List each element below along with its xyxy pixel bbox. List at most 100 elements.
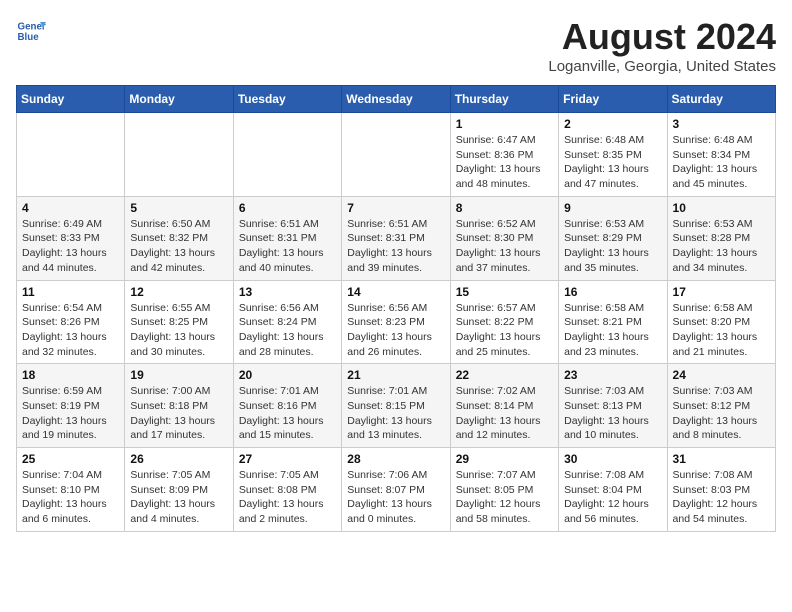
week-row-4: 18 Sunrise: 6:59 AM Sunset: 8:19 PM Dayli… (17, 364, 776, 448)
day-number: 23 (564, 368, 661, 382)
calendar-cell: 22 Sunrise: 7:02 AM Sunset: 8:14 PM Dayli… (450, 364, 558, 448)
header: General Blue August 2024 Loganville, Geo… (16, 16, 776, 75)
day-number: 21 (347, 368, 444, 382)
weekday-header-saturday: Saturday (667, 86, 775, 113)
calendar-cell: 15 Sunrise: 6:57 AM Sunset: 8:22 PM Dayli… (450, 280, 558, 364)
day-number: 30 (564, 452, 661, 466)
calendar-cell: 31 Sunrise: 7:08 AM Sunset: 8:03 PM Dayli… (667, 448, 775, 532)
day-number: 8 (456, 201, 553, 215)
calendar-cell: 6 Sunrise: 6:51 AM Sunset: 8:31 PM Daylig… (233, 196, 341, 280)
day-info: Sunrise: 7:00 AM Sunset: 8:18 PM Dayligh… (130, 384, 227, 443)
day-number: 22 (456, 368, 553, 382)
day-number: 16 (564, 285, 661, 299)
calendar-cell: 14 Sunrise: 6:56 AM Sunset: 8:23 PM Dayli… (342, 280, 450, 364)
day-number: 18 (22, 368, 119, 382)
calendar-cell: 3 Sunrise: 6:48 AM Sunset: 8:34 PM Daylig… (667, 113, 775, 197)
day-info: Sunrise: 6:58 AM Sunset: 8:20 PM Dayligh… (673, 301, 770, 360)
calendar-cell: 29 Sunrise: 7:07 AM Sunset: 8:05 PM Dayli… (450, 448, 558, 532)
calendar-cell: 8 Sunrise: 6:52 AM Sunset: 8:30 PM Daylig… (450, 196, 558, 280)
calendar-cell: 17 Sunrise: 6:58 AM Sunset: 8:20 PM Dayli… (667, 280, 775, 364)
calendar-cell: 7 Sunrise: 6:51 AM Sunset: 8:31 PM Daylig… (342, 196, 450, 280)
day-number: 28 (347, 452, 444, 466)
calendar-cell: 26 Sunrise: 7:05 AM Sunset: 8:09 PM Dayli… (125, 448, 233, 532)
week-row-5: 25 Sunrise: 7:04 AM Sunset: 8:10 PM Dayli… (17, 448, 776, 532)
day-number: 11 (22, 285, 119, 299)
day-info: Sunrise: 7:07 AM Sunset: 8:05 PM Dayligh… (456, 468, 553, 527)
calendar-cell: 1Sunrise: 6:47 AM Sunset: 8:36 PM Daylig… (450, 113, 558, 197)
day-number: 5 (130, 201, 227, 215)
calendar-cell: 28 Sunrise: 7:06 AM Sunset: 8:07 PM Dayli… (342, 448, 450, 532)
calendar-cell: 5Sunrise: 6:50 AM Sunset: 8:32 PM Daylig… (125, 196, 233, 280)
weekday-header-thursday: Thursday (450, 86, 558, 113)
weekday-header-sunday: Sunday (17, 86, 125, 113)
day-info: Sunrise: 6:53 AM Sunset: 8:28 PM Dayligh… (673, 217, 770, 276)
day-number: 6 (239, 201, 336, 215)
day-number: 14 (347, 285, 444, 299)
day-number: 10 (673, 201, 770, 215)
calendar-cell: 11 Sunrise: 6:54 AM Sunset: 8:26 PM Dayli… (17, 280, 125, 364)
day-number: 25 (22, 452, 119, 466)
day-info: Sunrise: 6:56 AM Sunset: 8:23 PM Dayligh… (347, 301, 444, 360)
day-number: 2 (564, 117, 661, 131)
day-info: Sunrise: 6:48 AM Sunset: 8:34 PM Dayligh… (673, 133, 770, 192)
calendar-cell: 25 Sunrise: 7:04 AM Sunset: 8:10 PM Dayli… (17, 448, 125, 532)
day-info: Sunrise: 7:04 AM Sunset: 8:10 PM Dayligh… (22, 468, 119, 527)
logo: General Blue (16, 16, 46, 46)
day-number: 15 (456, 285, 553, 299)
calendar-cell: 20 Sunrise: 7:01 AM Sunset: 8:16 PM Dayli… (233, 364, 341, 448)
day-number: 29 (456, 452, 553, 466)
day-info: Sunrise: 6:54 AM Sunset: 8:26 PM Dayligh… (22, 301, 119, 360)
day-info: Sunrise: 7:05 AM Sunset: 8:09 PM Dayligh… (130, 468, 227, 527)
calendar-cell (342, 113, 450, 197)
day-info: Sunrise: 7:01 AM Sunset: 8:15 PM Dayligh… (347, 384, 444, 443)
subtitle: Loganville, Georgia, United States (548, 58, 776, 75)
day-number: 3 (673, 117, 770, 131)
day-number: 20 (239, 368, 336, 382)
day-info: Sunrise: 6:51 AM Sunset: 8:31 PM Dayligh… (239, 217, 336, 276)
weekday-header-monday: Monday (125, 86, 233, 113)
calendar-cell (125, 113, 233, 197)
day-info: Sunrise: 7:08 AM Sunset: 8:03 PM Dayligh… (673, 468, 770, 527)
day-info: Sunrise: 6:56 AM Sunset: 8:24 PM Dayligh… (239, 301, 336, 360)
weekday-header-row: SundayMondayTuesdayWednesdayThursdayFrid… (17, 86, 776, 113)
main-title: August 2024 (548, 16, 776, 58)
calendar-cell: 21 Sunrise: 7:01 AM Sunset: 8:15 PM Dayli… (342, 364, 450, 448)
day-info: Sunrise: 6:52 AM Sunset: 8:30 PM Dayligh… (456, 217, 553, 276)
day-info: Sunrise: 7:06 AM Sunset: 8:07 PM Dayligh… (347, 468, 444, 527)
day-number: 7 (347, 201, 444, 215)
day-info: Sunrise: 7:02 AM Sunset: 8:14 PM Dayligh… (456, 384, 553, 443)
day-info: Sunrise: 6:59 AM Sunset: 8:19 PM Dayligh… (22, 384, 119, 443)
calendar-cell: 27Sunrise: 7:05 AM Sunset: 8:08 PM Dayli… (233, 448, 341, 532)
calendar-cell (17, 113, 125, 197)
day-info: Sunrise: 6:51 AM Sunset: 8:31 PM Dayligh… (347, 217, 444, 276)
calendar-cell: 2 Sunrise: 6:48 AM Sunset: 8:35 PM Daylig… (559, 113, 667, 197)
title-area: August 2024 Loganville, Georgia, United … (548, 16, 776, 75)
day-number: 4 (22, 201, 119, 215)
day-number: 9 (564, 201, 661, 215)
day-info: Sunrise: 6:58 AM Sunset: 8:21 PM Dayligh… (564, 301, 661, 360)
calendar-table: SundayMondayTuesdayWednesdayThursdayFrid… (16, 85, 776, 532)
calendar-cell: 12 Sunrise: 6:55 AM Sunset: 8:25 PM Dayli… (125, 280, 233, 364)
day-info: Sunrise: 6:49 AM Sunset: 8:33 PM Dayligh… (22, 217, 119, 276)
calendar-cell: 18 Sunrise: 6:59 AM Sunset: 8:19 PM Dayli… (17, 364, 125, 448)
day-info: Sunrise: 7:01 AM Sunset: 8:16 PM Dayligh… (239, 384, 336, 443)
calendar-cell: 10 Sunrise: 6:53 AM Sunset: 8:28 PM Dayli… (667, 196, 775, 280)
day-info: Sunrise: 6:47 AM Sunset: 8:36 PM Dayligh… (456, 133, 553, 192)
day-info: Sunrise: 7:03 AM Sunset: 8:13 PM Dayligh… (564, 384, 661, 443)
week-row-2: 4 Sunrise: 6:49 AM Sunset: 8:33 PM Daylig… (17, 196, 776, 280)
calendar-cell: 9Sunrise: 6:53 AM Sunset: 8:29 PM Daylig… (559, 196, 667, 280)
weekday-header-tuesday: Tuesday (233, 86, 341, 113)
day-number: 27 (239, 452, 336, 466)
calendar-cell: 4 Sunrise: 6:49 AM Sunset: 8:33 PM Daylig… (17, 196, 125, 280)
calendar-cell: 19Sunrise: 7:00 AM Sunset: 8:18 PM Dayli… (125, 364, 233, 448)
day-info: Sunrise: 6:57 AM Sunset: 8:22 PM Dayligh… (456, 301, 553, 360)
day-number: 13 (239, 285, 336, 299)
day-number: 17 (673, 285, 770, 299)
day-number: 26 (130, 452, 227, 466)
day-info: Sunrise: 7:08 AM Sunset: 8:04 PM Dayligh… (564, 468, 661, 527)
day-info: Sunrise: 6:48 AM Sunset: 8:35 PM Dayligh… (564, 133, 661, 192)
day-number: 12 (130, 285, 227, 299)
calendar-cell (233, 113, 341, 197)
day-number: 31 (673, 452, 770, 466)
day-info: Sunrise: 6:55 AM Sunset: 8:25 PM Dayligh… (130, 301, 227, 360)
